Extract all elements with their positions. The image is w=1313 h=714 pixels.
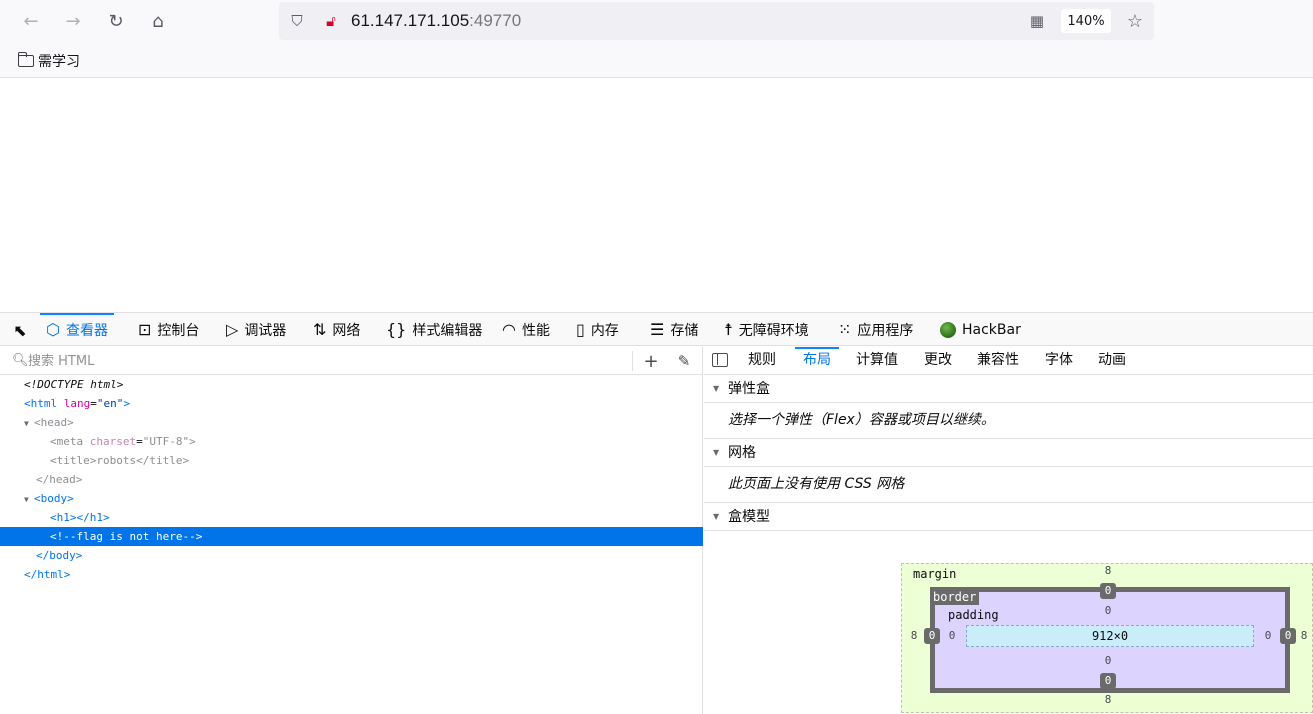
tab-hackbar[interactable]: HackBar [934,313,1027,346]
bookmarks-toolbar: 需学习 [0,42,1313,78]
tab-application[interactable]: ⁙ 应用程序 [832,313,919,346]
url-text[interactable]: 61.147.171.105:49770 [351,11,521,31]
bookmark-star-icon[interactable]: ☆ [1125,11,1145,32]
tab-rules[interactable]: 规则 [748,347,776,375]
tab-accessibility[interactable]: ☨ 无障碍环境 [718,313,815,346]
tab-network[interactable]: ⇅ 网络 [307,313,366,346]
network-icon: ⇅ [313,319,327,339]
navigation-toolbar: ← → ↻ ⌂ ⛉ 🔓︎ 61.147.171.105:49770 ▦ 140%… [0,0,1313,42]
collapse-arrow-icon: ▼ [713,512,720,521]
tab-console[interactable]: ⊡ 控制台 [132,313,205,346]
box-model-content[interactable]: 912×0 [966,625,1254,647]
style-editor-icon: {} [386,319,407,339]
padding-right-value[interactable]: 0 [1260,629,1276,642]
padding-left-value[interactable]: 0 [944,629,960,642]
markup-pane: 🔍︎ + ✎ <!DOCTYPE html> <html lang="en"> … [0,347,703,714]
inspector-icon: ⬡ [46,319,60,339]
border-bottom-value[interactable]: 0 [1100,673,1116,689]
tab-compatibility[interactable]: 兼容性 [977,347,1019,375]
address-bar[interactable]: ⛉ 🔓︎ 61.147.171.105:49770 ▦ 140% ☆ [279,2,1154,40]
border-right-value[interactable]: 0 [1280,628,1296,644]
home-icon[interactable]: ⌂ [145,8,171,34]
tab-performance[interactable]: ◠ 性能 [496,313,556,346]
performance-icon: ◠ [502,319,516,339]
tab-style-editor[interactable]: {} 样式编辑器 [380,313,488,346]
markup-line-h1[interactable]: <h1></h1> [0,508,703,527]
tab-changes[interactable]: 更改 [924,347,952,375]
box-model-section-header[interactable]: ▼ 盒模型 [704,503,1313,531]
bookmark-folder-label: 需学习 [38,54,80,70]
shield-icon[interactable]: ⛉ [287,11,307,31]
memory-icon: ▯ [576,319,585,339]
insecure-lock-icon[interactable]: 🔓︎ [321,11,341,31]
back-arrow-icon[interactable]: ← [18,8,44,34]
folder-icon [18,52,34,67]
devtools-panel: ⬉ ⬡ 查看器 ⊡ 控制台 ▷ 调试器 ⇅ 网络 {} 样式编辑器 ◠ 性能 ▯… [0,312,1313,714]
markup-line-html-close[interactable]: </html> [0,565,703,584]
margin-bottom-value[interactable]: 8 [1100,693,1116,706]
grid-section-header[interactable]: ▼ 网格 [704,439,1313,467]
tab-memory[interactable]: ▯ 内存 [570,313,625,346]
grid-section-body: 此页面上没有使用 CSS 网格 [704,467,1313,503]
markup-line-head[interactable]: ▼ <head> [0,413,703,432]
storage-icon: ☰ [650,319,665,339]
margin-left-value[interactable]: 8 [906,629,922,642]
hackbar-icon [940,321,956,338]
sidebar-tabbar: 规则 布局 计算值 更改 兼容性 字体 动画 [704,347,1313,375]
tab-debugger[interactable]: ▷ 调试器 [220,313,292,346]
expand-arrow-icon[interactable]: ▼ [24,490,34,509]
search-row: 🔍︎ + ✎ [0,347,703,375]
search-html-input[interactable] [28,351,618,371]
divider [632,351,633,371]
margin-right-value[interactable]: 8 [1296,629,1312,642]
markup-line-meta[interactable]: <meta charset="UTF-8"> [0,432,703,451]
console-icon: ⊡ [138,319,152,339]
collapse-arrow-icon: ▼ [713,384,720,393]
tab-inspector[interactable]: ⬡ 查看器 [40,313,114,346]
tab-layout[interactable]: 布局 [795,347,839,375]
tab-fonts[interactable]: 字体 [1045,347,1073,375]
flexbox-section-header[interactable]: ▼ 弹性盒 [704,375,1313,403]
qr-code-icon[interactable]: ▦ [1027,11,1047,31]
add-node-icon[interactable]: + [640,350,662,372]
tab-animations[interactable]: 动画 [1098,347,1126,375]
collapse-arrow-icon: ▼ [713,448,720,457]
bookmark-folder[interactable]: 需学习 [18,51,80,71]
markup-line-comment-selected[interactable]: <!--flag is not here--> [0,527,703,546]
devtools-tabbar: ⬉ ⬡ 查看器 ⊡ 控制台 ▷ 调试器 ⇅ 网络 {} 样式编辑器 ◠ 性能 ▯… [0,313,1313,346]
markup-line-head-close[interactable]: </head> [0,470,703,489]
padding-top-value[interactable]: 0 [1100,604,1116,617]
margin-label: margin [913,567,957,581]
border-left-value[interactable]: 0 [924,628,940,644]
tab-computed[interactable]: 计算值 [856,347,898,375]
margin-top-value[interactable]: 8 [1100,564,1116,577]
search-icon: 🔍︎ [12,353,29,368]
accessibility-icon: ☨ [724,319,733,339]
border-top-value[interactable]: 0 [1100,583,1116,599]
layout-sidebar: 规则 布局 计算值 更改 兼容性 字体 动画 ▼ 弹性盒 选择一个弹性（Flex… [704,347,1313,714]
element-picker-icon[interactable]: ⬉ [10,320,30,340]
reload-icon[interactable]: ↻ [103,8,129,34]
toggle-sidebar-icon[interactable] [712,353,728,367]
markup-line-html[interactable]: <html lang="en"> [0,394,703,413]
flexbox-section-body: 选择一个弹性（Flex）容器或项目以继续。 [704,403,1313,439]
application-icon: ⁙ [838,319,852,339]
forward-arrow-icon[interactable]: → [60,8,86,34]
tab-storage[interactable]: ☰ 存储 [644,313,704,346]
markup-line-doctype[interactable]: <!DOCTYPE html> [0,375,703,394]
page-viewport [0,78,1313,312]
zoom-level-button[interactable]: 140% [1061,9,1111,33]
border-label: border [930,589,980,605]
eyedropper-icon[interactable]: ✎ [673,350,695,372]
markup-line-title[interactable]: <title>robots</title> [0,451,703,470]
markup-line-body-close[interactable]: </body> [0,546,703,565]
debugger-icon: ▷ [226,319,239,339]
expand-arrow-icon[interactable]: ▼ [24,414,34,433]
padding-label: padding [948,608,999,622]
padding-bottom-value[interactable]: 0 [1100,654,1116,667]
markup-line-body[interactable]: ▼ <body> [0,489,703,508]
